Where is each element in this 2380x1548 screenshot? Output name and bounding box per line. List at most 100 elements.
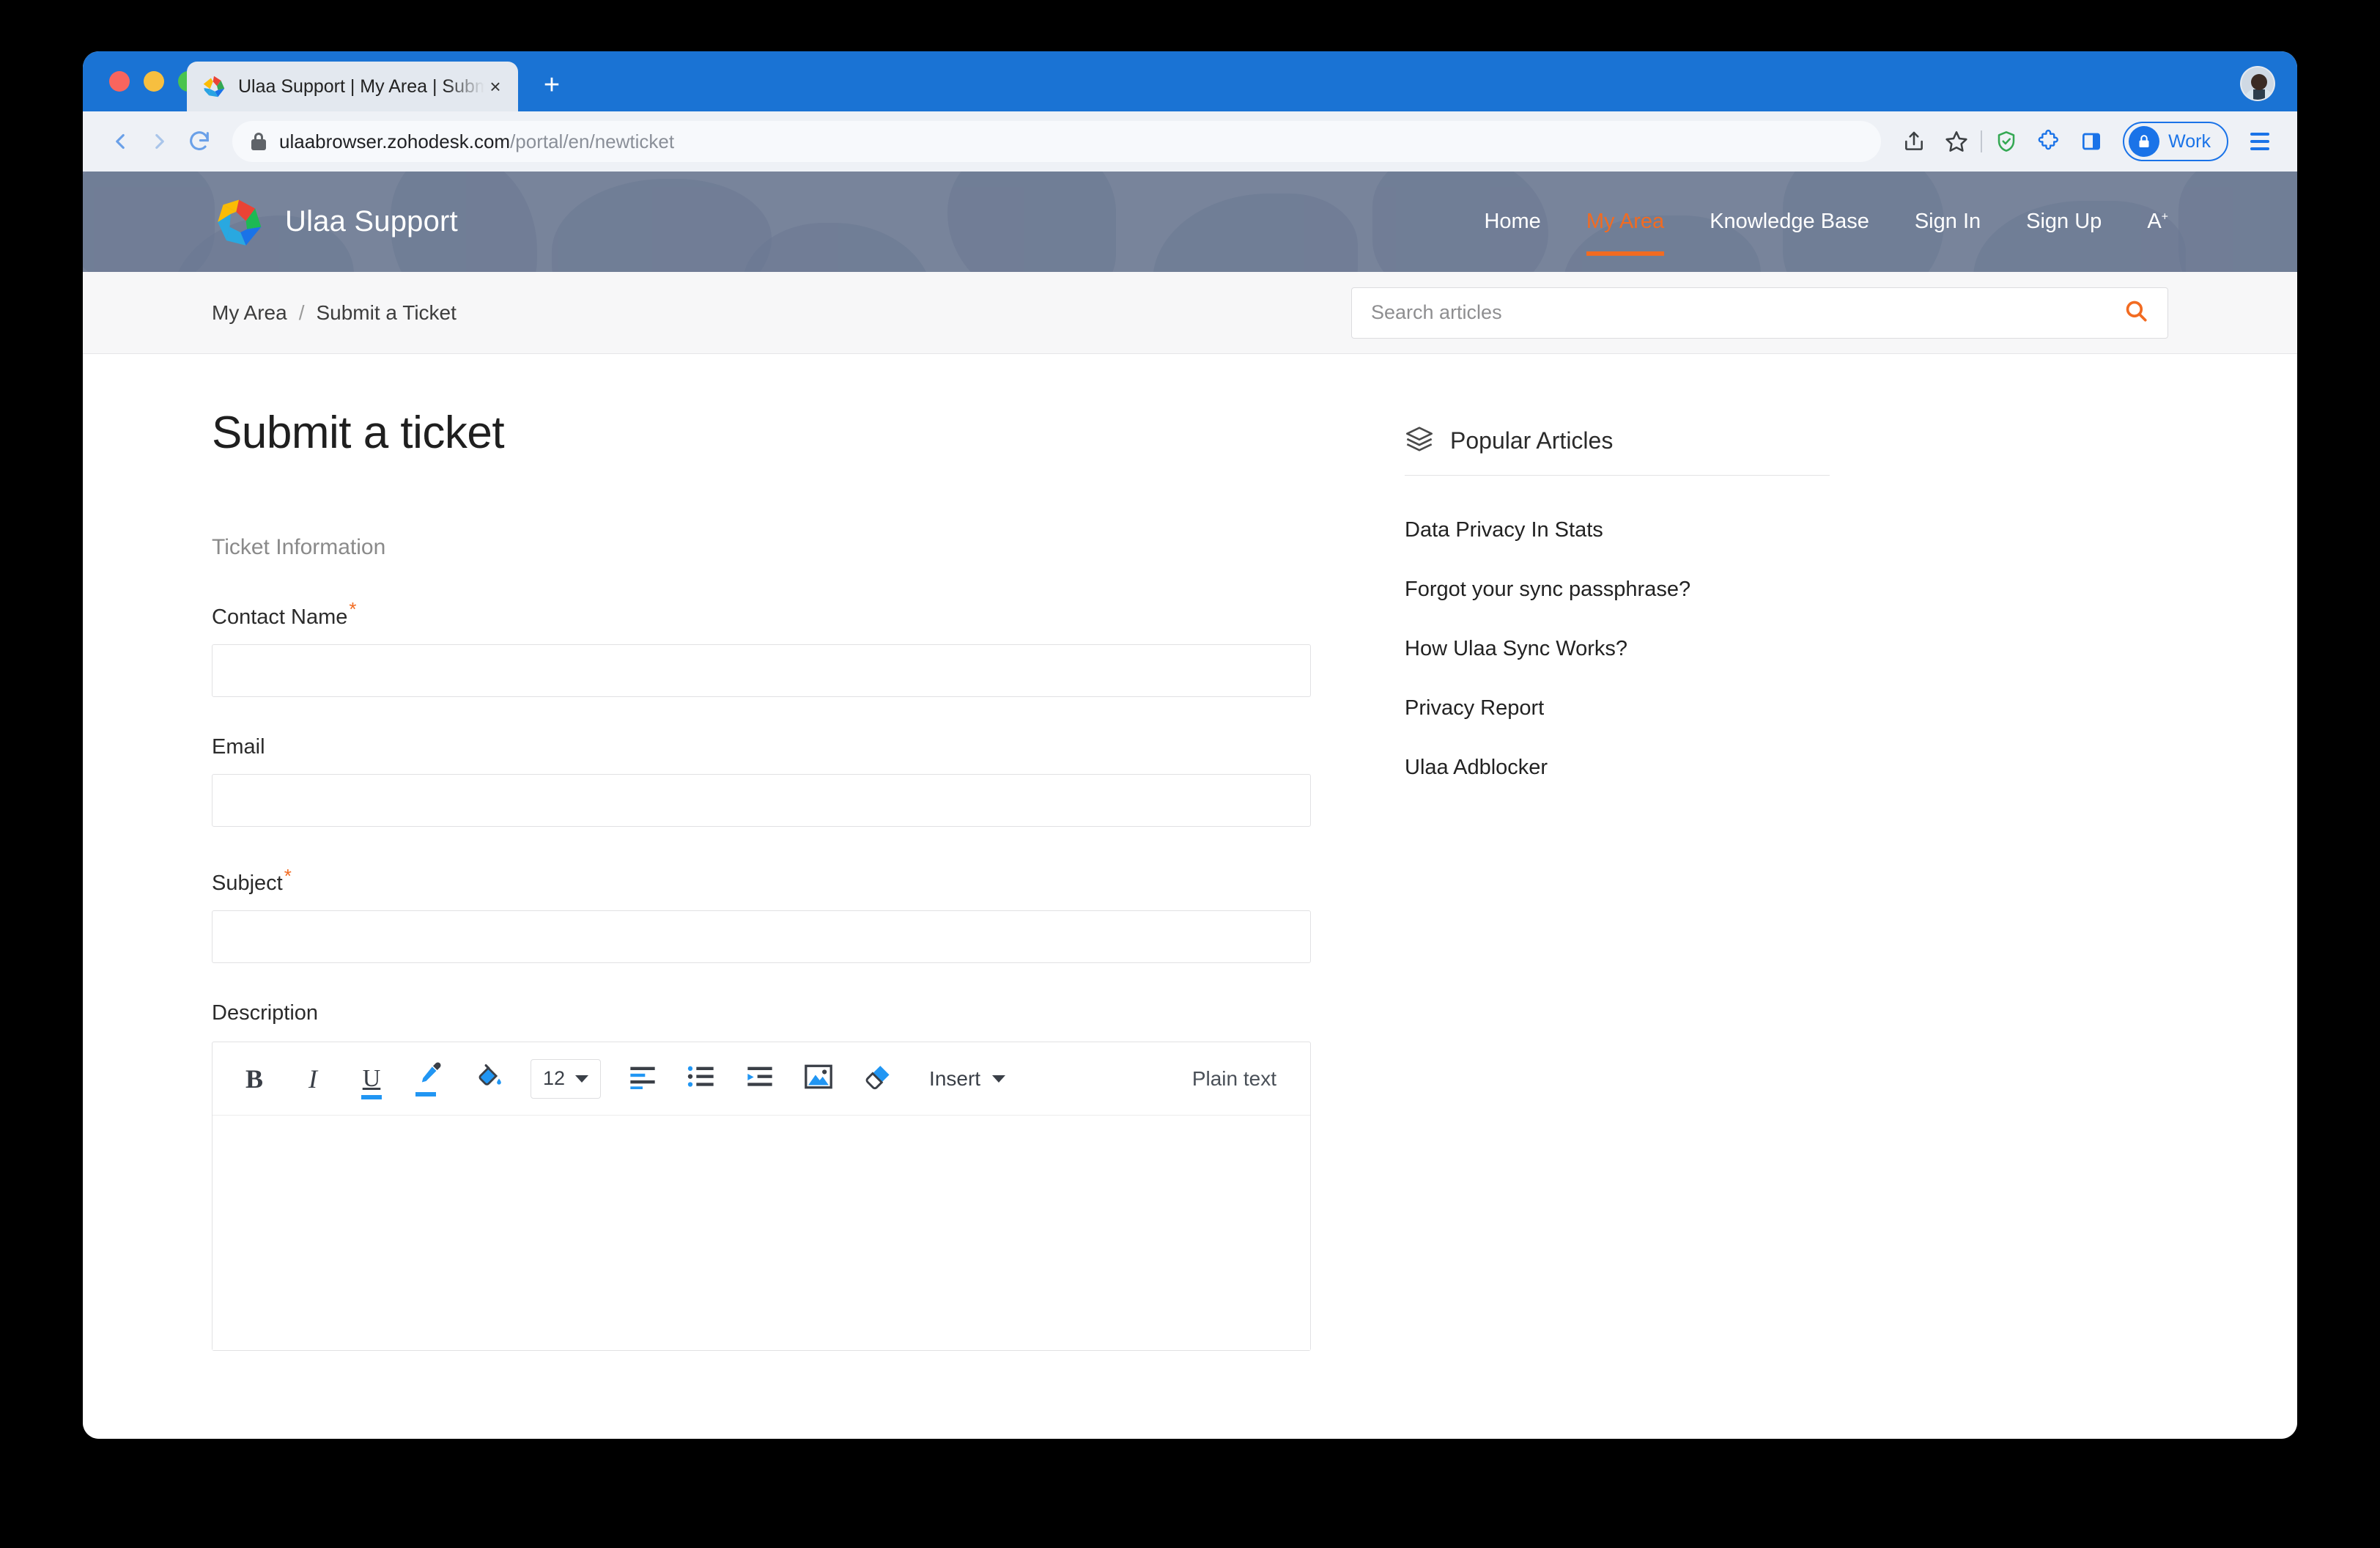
subject-label-text: Subject — [212, 871, 283, 896]
breadcrumb-separator: / — [298, 301, 305, 324]
field-label-subject: Subject* — [212, 865, 292, 896]
search-articles-box[interactable] — [1351, 287, 2168, 339]
plain-text-toggle[interactable]: Plain text — [1192, 1067, 1276, 1091]
popular-articles-sidebar: Popular Articles Data Privacy In Stats F… — [1311, 354, 2168, 1351]
browser-tab-strip: Ulaa Support | My Area | Submit × + — [83, 51, 2297, 111]
nav-item-my-area[interactable]: My Area — [1586, 172, 1665, 272]
nav-item-home[interactable]: Home — [1484, 172, 1540, 272]
bold-button[interactable]: B — [232, 1056, 277, 1102]
underline-icon: U — [362, 1064, 381, 1092]
reload-button[interactable] — [180, 122, 219, 161]
field-contact-name: Contact Name* — [212, 598, 1311, 697]
field-subject: Subject* — [212, 865, 1311, 964]
nav-item-sign-in[interactable]: Sign In — [1915, 172, 1981, 272]
required-marker: * — [284, 864, 292, 887]
list-item[interactable]: Data Privacy In Stats — [1405, 501, 2168, 560]
profile-work-label: Work — [2168, 130, 2211, 152]
search-icon[interactable] — [2124, 298, 2148, 327]
breadcrumb-item-my-area[interactable]: My Area — [212, 301, 287, 325]
fill-color-bucket-icon — [473, 1061, 504, 1096]
clear-formatting-eraser-icon — [862, 1063, 892, 1094]
close-tab-button[interactable]: × — [484, 77, 506, 96]
bulleted-list-button[interactable] — [679, 1056, 724, 1102]
page-content: Submit a ticket Ticket Information Conta… — [83, 354, 2297, 1352]
list-item[interactable]: Ulaa Adblocker — [1405, 738, 2168, 797]
align-left-button[interactable] — [620, 1056, 665, 1102]
field-description: Description B I U 12 Insert Plain text — [212, 1001, 1311, 1352]
popular-articles-divider — [1405, 475, 1830, 476]
language-sup: + — [2161, 210, 2168, 224]
field-label-contact-name: Contact Name* — [212, 598, 356, 629]
bold-icon: B — [245, 1064, 263, 1094]
subject-input[interactable] — [212, 910, 1311, 964]
page-viewport: Ulaa Support Home My Area Knowledge Base… — [83, 172, 2297, 1439]
language-switcher-icon[interactable]: A+ — [2147, 210, 2168, 234]
side-panel-icon[interactable] — [2070, 122, 2113, 161]
layers-icon — [1405, 424, 1434, 457]
chevron-down-icon — [992, 1075, 1006, 1083]
site-brand-name: Ulaa Support — [285, 205, 458, 237]
italic-button[interactable]: I — [290, 1056, 336, 1102]
insert-label: Insert — [929, 1066, 981, 1090]
shield-check-icon[interactable] — [1985, 122, 2028, 161]
url-path: /portal/en/newticket — [510, 130, 675, 152]
editor-toolbar: B I U 12 Insert Plain text — [212, 1042, 1310, 1116]
popular-articles-header: Popular Articles — [1405, 424, 2168, 457]
indent-increase-icon — [745, 1064, 775, 1093]
profile-avatar[interactable] — [2240, 66, 2275, 101]
browser-tab[interactable]: Ulaa Support | My Area | Submit × — [187, 62, 518, 111]
nav-item-sign-up[interactable]: Sign Up — [2026, 172, 2102, 272]
email-input[interactable] — [212, 773, 1311, 827]
italic-icon: I — [308, 1064, 317, 1094]
search-input[interactable] — [1371, 301, 2124, 324]
popular-articles-list: Data Privacy In Stats Forgot your sync p… — [1405, 501, 2168, 797]
toolbar-icons: Work — [1893, 122, 2280, 161]
font-size-value: 12 — [543, 1067, 566, 1090]
popular-articles-title: Popular Articles — [1450, 427, 1614, 454]
clear-formatting-button[interactable] — [854, 1056, 900, 1102]
close-window-button[interactable] — [109, 71, 130, 92]
site-brand[interactable]: Ulaa Support — [212, 195, 458, 249]
fill-color-button[interactable] — [466, 1056, 511, 1102]
extensions-puzzle-icon[interactable] — [2028, 122, 2070, 161]
ulaa-logo-icon — [212, 195, 266, 249]
underline-button[interactable]: U — [349, 1056, 394, 1102]
ulaa-logo-favicon-icon — [202, 74, 226, 99]
list-item[interactable]: Privacy Report — [1405, 679, 2168, 738]
breadcrumb: My Area / Submit a Ticket — [212, 301, 457, 325]
insert-dropdown[interactable]: Insert — [929, 1066, 1006, 1091]
site-main-nav: Home My Area Knowledge Base Sign In Sign… — [1484, 172, 2168, 272]
description-editor-body[interactable] — [212, 1116, 1310, 1351]
contact-name-input[interactable] — [212, 644, 1311, 697]
window-controls — [109, 71, 199, 92]
breadcrumb-item-submit-a-ticket: Submit a Ticket — [316, 301, 457, 324]
insert-image-button[interactable] — [796, 1056, 841, 1102]
list-item[interactable]: How Ulaa Sync Works? — [1405, 619, 2168, 679]
text-color-button[interactable] — [407, 1056, 453, 1102]
minimize-window-button[interactable] — [144, 71, 164, 92]
bookmark-star-icon[interactable] — [1935, 122, 1978, 161]
site-header: Ulaa Support Home My Area Knowledge Base… — [83, 172, 2297, 272]
back-button[interactable] — [100, 122, 140, 161]
nav-item-knowledge-base[interactable]: Knowledge Base — [1710, 172, 1869, 272]
address-bar-url: ulaabrowser.zohodesk.com/portal/en/newti… — [279, 130, 674, 153]
chevron-down-icon — [575, 1075, 589, 1083]
page-title: Submit a ticket — [212, 408, 505, 458]
contact-name-label-text: Contact Name — [212, 605, 348, 629]
profile-work-button[interactable]: Work — [2123, 122, 2228, 161]
browser-tab-title: Ulaa Support | My Area | Submit — [238, 75, 484, 97]
browser-toolbar: ulaabrowser.zohodesk.com/portal/en/newti… — [83, 111, 2297, 172]
ticket-form-column: Submit a ticket Ticket Information Conta… — [212, 354, 1311, 1352]
address-bar[interactable]: ulaabrowser.zohodesk.com/portal/en/newti… — [232, 121, 1882, 162]
new-tab-button[interactable]: + — [537, 71, 566, 101]
share-icon[interactable] — [1893, 122, 1935, 161]
font-size-dropdown[interactable]: 12 — [531, 1058, 602, 1099]
list-item[interactable]: Forgot your sync passphrase? — [1405, 560, 2168, 619]
indent-increase-button[interactable] — [737, 1056, 783, 1102]
text-color-eyedropper-icon — [414, 1062, 446, 1096]
required-marker: * — [349, 598, 357, 620]
lock-icon — [251, 133, 266, 150]
browser-menu-button[interactable] — [2240, 122, 2280, 161]
section-label-ticket-information: Ticket Information — [212, 535, 386, 559]
forward-button[interactable] — [140, 122, 180, 161]
